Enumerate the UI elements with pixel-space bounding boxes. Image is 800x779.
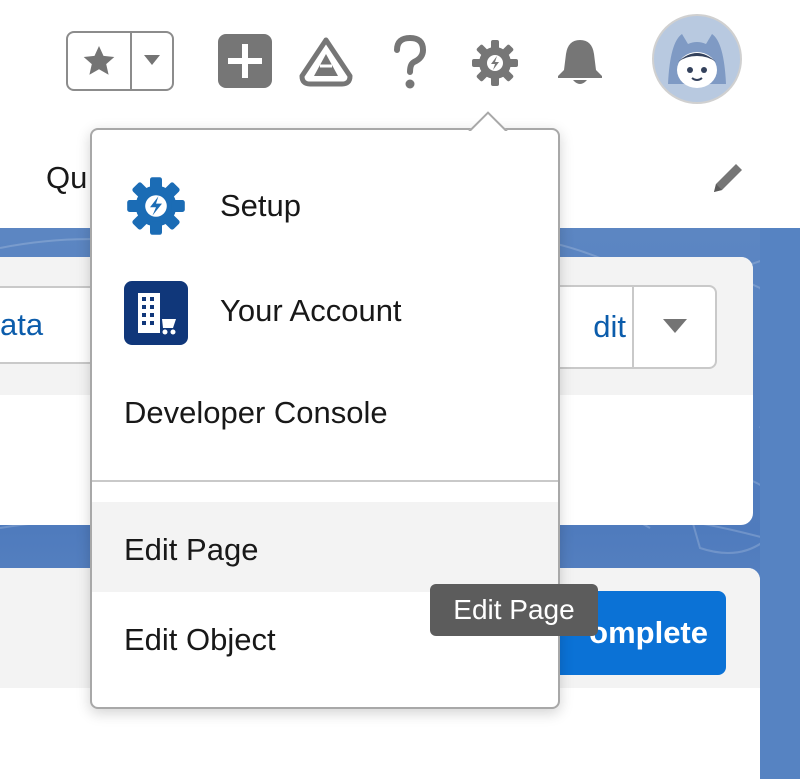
setup-gear-icon [127, 177, 185, 235]
chevron-down-icon [144, 55, 160, 65]
plus-icon [218, 34, 272, 88]
menu-item-label: Your Account [220, 293, 402, 328]
bell-icon [558, 40, 602, 84]
gear-icon [472, 40, 518, 86]
edit-nav-button[interactable] [708, 158, 748, 203]
menu-item-your-account[interactable]: Your Account [92, 275, 558, 380]
setup-gear-button[interactable] [470, 38, 520, 93]
global-actions-button[interactable] [218, 34, 272, 93]
menu-item-edit-page[interactable]: Edit Page [92, 502, 558, 592]
nav-tab-partial[interactable]: Qu [46, 160, 87, 196]
guidance-center-button[interactable] [298, 36, 354, 93]
menu-pointer-nub [468, 107, 508, 131]
star-icon [83, 46, 115, 75]
question-icon [394, 34, 427, 89]
more-actions-button[interactable] [636, 287, 715, 367]
menu-item-label: Edit Page [124, 532, 259, 567]
favorites-star-button[interactable] [68, 33, 132, 89]
account-building-icon [124, 281, 188, 345]
menu-divider [92, 480, 558, 482]
astro-avatar-icon [652, 14, 742, 104]
pencil-icon [714, 164, 742, 192]
notifications-button[interactable] [554, 36, 606, 93]
chevron-down-icon [663, 319, 687, 333]
menu-item-label: Setup [220, 188, 302, 223]
trailhead-icon [299, 37, 353, 87]
menu-item-setup[interactable]: Setup [92, 170, 558, 270]
global-header [0, 0, 800, 120]
menu-item-label: Edit Object [124, 622, 276, 657]
favorites-button-group [66, 31, 174, 91]
page-right-edge [760, 228, 800, 779]
user-avatar-button[interactable] [652, 14, 742, 109]
menu-item-developer-console[interactable]: Developer Console [92, 385, 558, 475]
menu-item-label: Developer Console [124, 395, 388, 430]
help-button[interactable] [392, 34, 428, 95]
edit-page-tooltip: Edit Page [430, 584, 598, 636]
favorites-dropdown-button[interactable] [132, 33, 172, 89]
